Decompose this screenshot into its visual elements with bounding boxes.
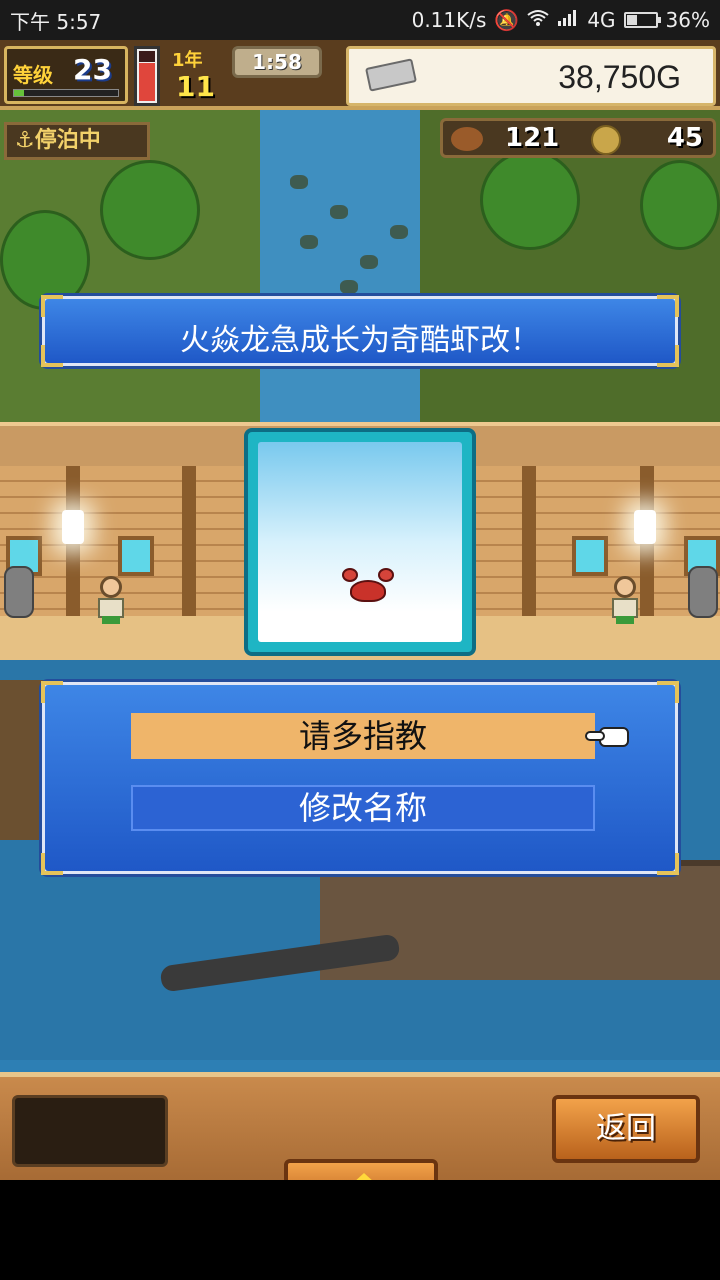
message-banner: 火焱龙急成长为奇酷虾改！: [41, 295, 679, 367]
crew-portrait-panel: [244, 428, 476, 656]
bottom-black-area: [0, 1180, 720, 1280]
bottom-bar: 返回: [0, 1072, 720, 1180]
back-button[interactable]: 返回: [552, 1095, 700, 1163]
moored-label: 停泊中: [34, 128, 101, 153]
empty-slot: [12, 1095, 168, 1167]
gold-box: 38,750G: [346, 46, 716, 106]
scroll-up-button[interactable]: [284, 1159, 438, 1180]
sailor-sprite: [92, 576, 128, 624]
barrel: [688, 566, 718, 618]
year-value: 11: [176, 70, 215, 103]
network-type: 4G: [587, 8, 616, 32]
level-label: 等级: [13, 63, 53, 87]
stamina-gauge: [134, 46, 160, 106]
level-box: 等级 23: [4, 46, 128, 104]
top-hud: 等级 23 1年 11 1:58 38,750G: [0, 40, 720, 110]
food-icon: [451, 127, 483, 151]
rock: [340, 280, 358, 294]
battery-percent: 36%: [665, 8, 710, 32]
window: [118, 536, 154, 576]
food-count: 121: [505, 123, 560, 153]
game-clock: 1:58: [232, 46, 322, 78]
status-bar: 下午 5:57 0.11K/s 🔕 4G 36%: [0, 0, 720, 40]
crab-character-sprite: [342, 568, 394, 606]
sailor-sprite: [606, 576, 642, 624]
tree: [640, 160, 720, 250]
signal-icon: [557, 8, 579, 32]
tree: [100, 160, 200, 260]
battery-icon: [623, 12, 661, 28]
level-progress-bar: [13, 89, 119, 97]
silver-ingot-icon: [365, 58, 417, 92]
rock: [300, 235, 318, 249]
lamp-icon: [62, 510, 84, 544]
resource-box: 121 45: [440, 118, 716, 158]
pillar: [522, 466, 536, 616]
coin-count: 45: [666, 123, 703, 153]
coin-icon: [591, 125, 621, 155]
option-rename[interactable]: 修改名称: [131, 785, 595, 831]
barrel: [4, 566, 34, 618]
rock: [390, 225, 408, 239]
game-scene: 等级 23 1年 11 1:58 38,750G ⚓停泊中 121 45 火焱龙…: [0, 40, 720, 1180]
status-right: 0.11K/s 🔕 4G 36%: [412, 8, 710, 32]
network-speed: 0.11K/s: [411, 8, 487, 32]
up-arrow-icon: [342, 1173, 386, 1180]
level-value: 23: [73, 53, 112, 86]
portrait-background: [258, 442, 462, 642]
rock: [290, 175, 308, 189]
pointer-hand-icon: [585, 723, 633, 751]
status-time: 下午 5:57: [10, 9, 102, 34]
gold-value: 38,750G: [558, 59, 681, 95]
banner-message: 火焱龙急成长为奇酷虾改！: [180, 323, 540, 358]
mute-icon: 🔕: [494, 8, 520, 32]
wifi-icon: [527, 8, 549, 32]
moored-status: ⚓停泊中: [4, 122, 150, 160]
rock: [360, 255, 378, 269]
tree: [480, 150, 580, 250]
window: [572, 536, 608, 576]
lamp-icon: [634, 510, 656, 544]
choice-menu: 请多指教 修改名称: [41, 681, 679, 875]
rock: [330, 205, 348, 219]
anchor-icon: ⚓: [15, 128, 35, 153]
river: [260, 110, 430, 440]
option-greet[interactable]: 请多指教: [131, 713, 595, 759]
pillar: [182, 466, 196, 616]
year-label: 1年: [172, 50, 203, 71]
